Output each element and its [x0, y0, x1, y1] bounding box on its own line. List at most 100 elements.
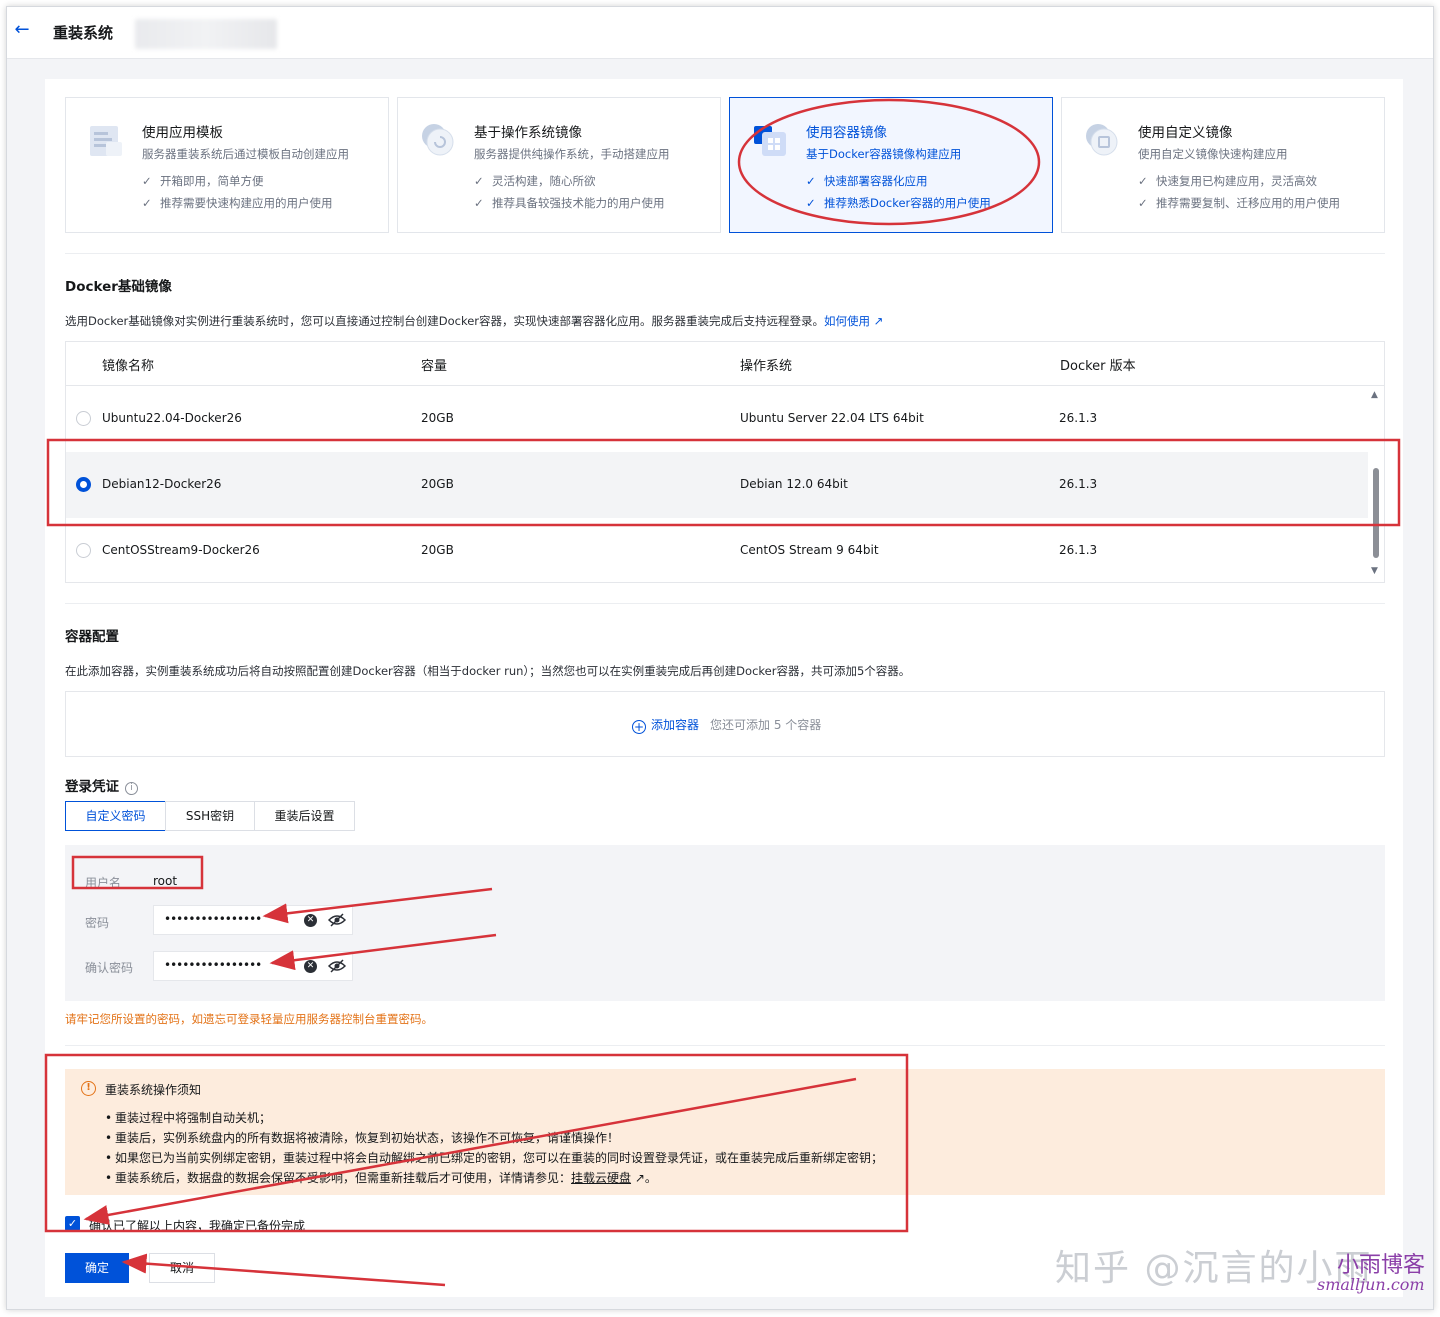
confirm-password-input[interactable]: •••••••••••••••• ✕ [153, 951, 353, 981]
password-input[interactable]: •••••••••••••••• ✕ [153, 905, 353, 935]
agree-label: 确认已了解以上内容，我确定已备份完成 [89, 1219, 306, 1233]
container-image-icon [754, 126, 786, 156]
install-type-options: 使用应用模板 服务器重装系统后通过模板自动创建应用 ✓ 开箱即用，简单方便 ✓ 推荐… [65, 97, 1385, 233]
cell-os: Ubuntu Server 22.04 LTS 64bit [740, 411, 924, 425]
type-check: ✓ 推荐熟悉Docker容器的用户使用 [806, 196, 991, 210]
agree-checkbox[interactable]: ✓ [65, 1216, 80, 1231]
clear-icon[interactable]: ✕ [304, 960, 317, 973]
scrollbar-thumb[interactable] [1373, 468, 1379, 558]
cell-size: 20GB [421, 543, 454, 557]
column-header: Docker 版本 [1060, 359, 1136, 374]
cell-version: 26.1.3 [1059, 411, 1098, 425]
check-icon: ✓ [142, 174, 152, 188]
type-desc: 服务器重装系统后通过模板自动创建应用 [142, 147, 349, 161]
divider [65, 253, 1385, 254]
type-card-container-image[interactable]: 使用容器镜像 基于Docker容器镜像构建应用 ✓ 快速部署容器化应用 ✓ 推荐熟悉… [729, 97, 1053, 233]
scroll-down-icon[interactable]: ▼ [1371, 566, 1378, 576]
confirm-password-label: 确认密码 [85, 961, 134, 975]
table-header: 镜像名称 容量 操作系统 Docker 版本 [66, 342, 1384, 386]
container-section-heading: 容器配置 [65, 629, 119, 645]
blurred-instance-name [135, 19, 277, 49]
password-label: 密码 [85, 916, 110, 930]
confirm-button[interactable]: 确定 [65, 1253, 129, 1283]
type-desc: 基于Docker容器镜像构建应用 [806, 147, 962, 161]
type-check: ✓ 推荐具备较强技术能力的用户使用 [474, 196, 665, 210]
blog-watermark-site: smalljun.com [1317, 1275, 1425, 1294]
docker-image-table: 镜像名称 容量 操作系统 Docker 版本 Ubuntu22.04-Docke… [65, 341, 1385, 583]
check-icon: ✓ [142, 196, 152, 210]
cell-size: 20GB [421, 477, 454, 491]
back-arrow-icon[interactable]: ← [11, 19, 33, 41]
clear-icon[interactable]: ✕ [304, 914, 317, 927]
page-title: 重装系统 [53, 24, 114, 42]
tab-custom-password[interactable]: 自定义密码 [65, 801, 166, 831]
custom-image-icon [1086, 124, 1118, 156]
notice-item: 重装过程中将强制自动关机； [105, 1109, 271, 1126]
row-radio[interactable] [76, 543, 91, 558]
type-check: ✓ 快速部署容器化应用 [806, 174, 928, 188]
login-section-heading: 登录凭证 i [65, 775, 138, 795]
column-header: 容量 [421, 359, 448, 374]
row-radio[interactable] [76, 411, 91, 426]
type-check: ✓ 推荐需要复制、迁移应用的用户使用 [1138, 196, 1340, 210]
header-bar: ← 重装系统 [7, 7, 1433, 59]
cell-size: 20GB [421, 411, 454, 425]
type-card-app-template[interactable]: 使用应用模板 服务器重装系统后通过模板自动创建应用 ✓ 开箱即用，简单方便 ✓ 推荐… [65, 97, 389, 233]
reinstall-notice: ! 重装系统操作须知 重装过程中将强制自动关机； 重装后，实例系统盘内的所有数据… [65, 1069, 1385, 1195]
type-title: 基于操作系统镜像 [474, 125, 582, 141]
type-title: 使用自定义镜像 [1138, 125, 1233, 141]
username-value: root [153, 874, 178, 888]
add-container-hint: 您还可添加 5 个容器 [710, 718, 822, 732]
plus-circle-icon: + [632, 720, 646, 734]
how-to-use-link[interactable]: 如何使用 ↗ [824, 314, 883, 328]
notice-item: 重装系统后，数据盘的数据会保留不受影响，但需重新挂载后才可使用，详情请参见：挂载… [105, 1169, 657, 1186]
tab-ssh-key[interactable]: SSH密钥 [165, 801, 255, 831]
type-check: ✓ 推荐需要快速构建应用的用户使用 [142, 196, 333, 210]
row-radio-checked[interactable] [76, 477, 91, 492]
container-section-desc: 在此添加容器，实例重装系统成功后将自动按照配置创建Docker容器（相当于doc… [65, 664, 911, 678]
divider [65, 1045, 1385, 1046]
type-card-custom-image[interactable]: 使用自定义镜像 使用自定义镜像快速构建应用 ✓ 快速复用已构建应用，灵活高效 ✓ 推… [1061, 97, 1385, 233]
type-card-os-image[interactable]: 基于操作系统镜像 服务器提供纯操作系统，手动搭建应用 ✓ 灵活构建，随心所欲 ✓ 推… [397, 97, 721, 233]
table-scrollbar[interactable]: ▲ ▼ [1368, 386, 1384, 582]
type-check: ✓ 快速复用已构建应用，灵活高效 [1138, 174, 1317, 188]
check-icon: ✓ [474, 196, 484, 210]
table-row[interactable]: CentOSStream9-Docker26 20GB CentOS Strea… [66, 518, 1368, 584]
cell-version: 26.1.3 [1059, 543, 1098, 557]
info-icon[interactable]: i [125, 782, 138, 795]
type-check: ✓ 灵活构建，随心所欲 [474, 174, 596, 188]
cell-name: CentOSStream9-Docker26 [102, 543, 260, 557]
app-window: ← 重装系统 使用应用模板 服务器重装系统后通过模板自动创建应用 ✓ 开箱即用，简… [6, 6, 1434, 1310]
check-icon: ✓ [1138, 196, 1148, 210]
cell-version: 26.1.3 [1059, 477, 1098, 491]
warning-circle-icon: ! [81, 1081, 96, 1096]
type-title: 使用容器镜像 [806, 125, 887, 141]
notice-item: 如果您已为当前实例绑定密钥，重装过程中将会自动解绑之前已绑定的密钥，您可以在重装… [105, 1149, 883, 1166]
check-icon: ✓ [806, 174, 816, 188]
docker-section-desc: 选用Docker基础镜像对实例进行重装系统时，您可以直接通过控制台创建Docke… [65, 314, 884, 328]
docker-section-heading: Docker基础镜像 [65, 279, 172, 295]
column-header: 操作系统 [740, 359, 793, 374]
os-image-icon [422, 124, 454, 156]
table-row[interactable]: Ubuntu22.04-Docker26 20GB Ubuntu Server … [66, 386, 1368, 452]
cell-os: CentOS Stream 9 64bit [740, 543, 879, 557]
type-desc: 服务器提供纯操作系统，手动搭建应用 [474, 147, 670, 161]
cancel-button[interactable]: 取消 [149, 1253, 215, 1283]
cell-name: Ubuntu22.04-Docker26 [102, 411, 242, 425]
reinstall-form: 使用应用模板 服务器重装系统后通过模板自动创建应用 ✓ 开箱即用，简单方便 ✓ 推荐… [45, 79, 1403, 1297]
external-link-icon: ↗ [873, 314, 884, 328]
external-link-icon: ↗ [631, 1171, 645, 1185]
password-mask: •••••••••••••••• [164, 958, 262, 972]
table-row-selected[interactable]: Debian12-Docker26 20GB Debian 12.0 64bit… [66, 452, 1368, 518]
eye-off-icon[interactable] [328, 912, 346, 928]
mount-disk-link[interactable]: 挂载云硬盘 [571, 1171, 631, 1185]
credential-panel: 用户名 root 密码 •••••••••••••••• ✕ 确认密码 ••••… [65, 845, 1385, 1001]
scroll-up-icon[interactable]: ▲ [1371, 390, 1378, 400]
notice-item: 重装后，实例系统盘内的所有数据将被清除，恢复到初始状态，该操作不可恢复，请谨慎操… [105, 1129, 619, 1146]
add-container-box: + 添加容器 您还可添加 5 个容器 [65, 691, 1385, 757]
eye-off-icon[interactable] [328, 958, 346, 974]
type-desc: 使用自定义镜像快速构建应用 [1138, 147, 1288, 161]
password-mask: •••••••••••••••• [164, 912, 262, 926]
add-container-button[interactable]: + 添加容器 [632, 716, 699, 734]
tab-set-after-reinstall[interactable]: 重装后设置 [254, 801, 355, 831]
